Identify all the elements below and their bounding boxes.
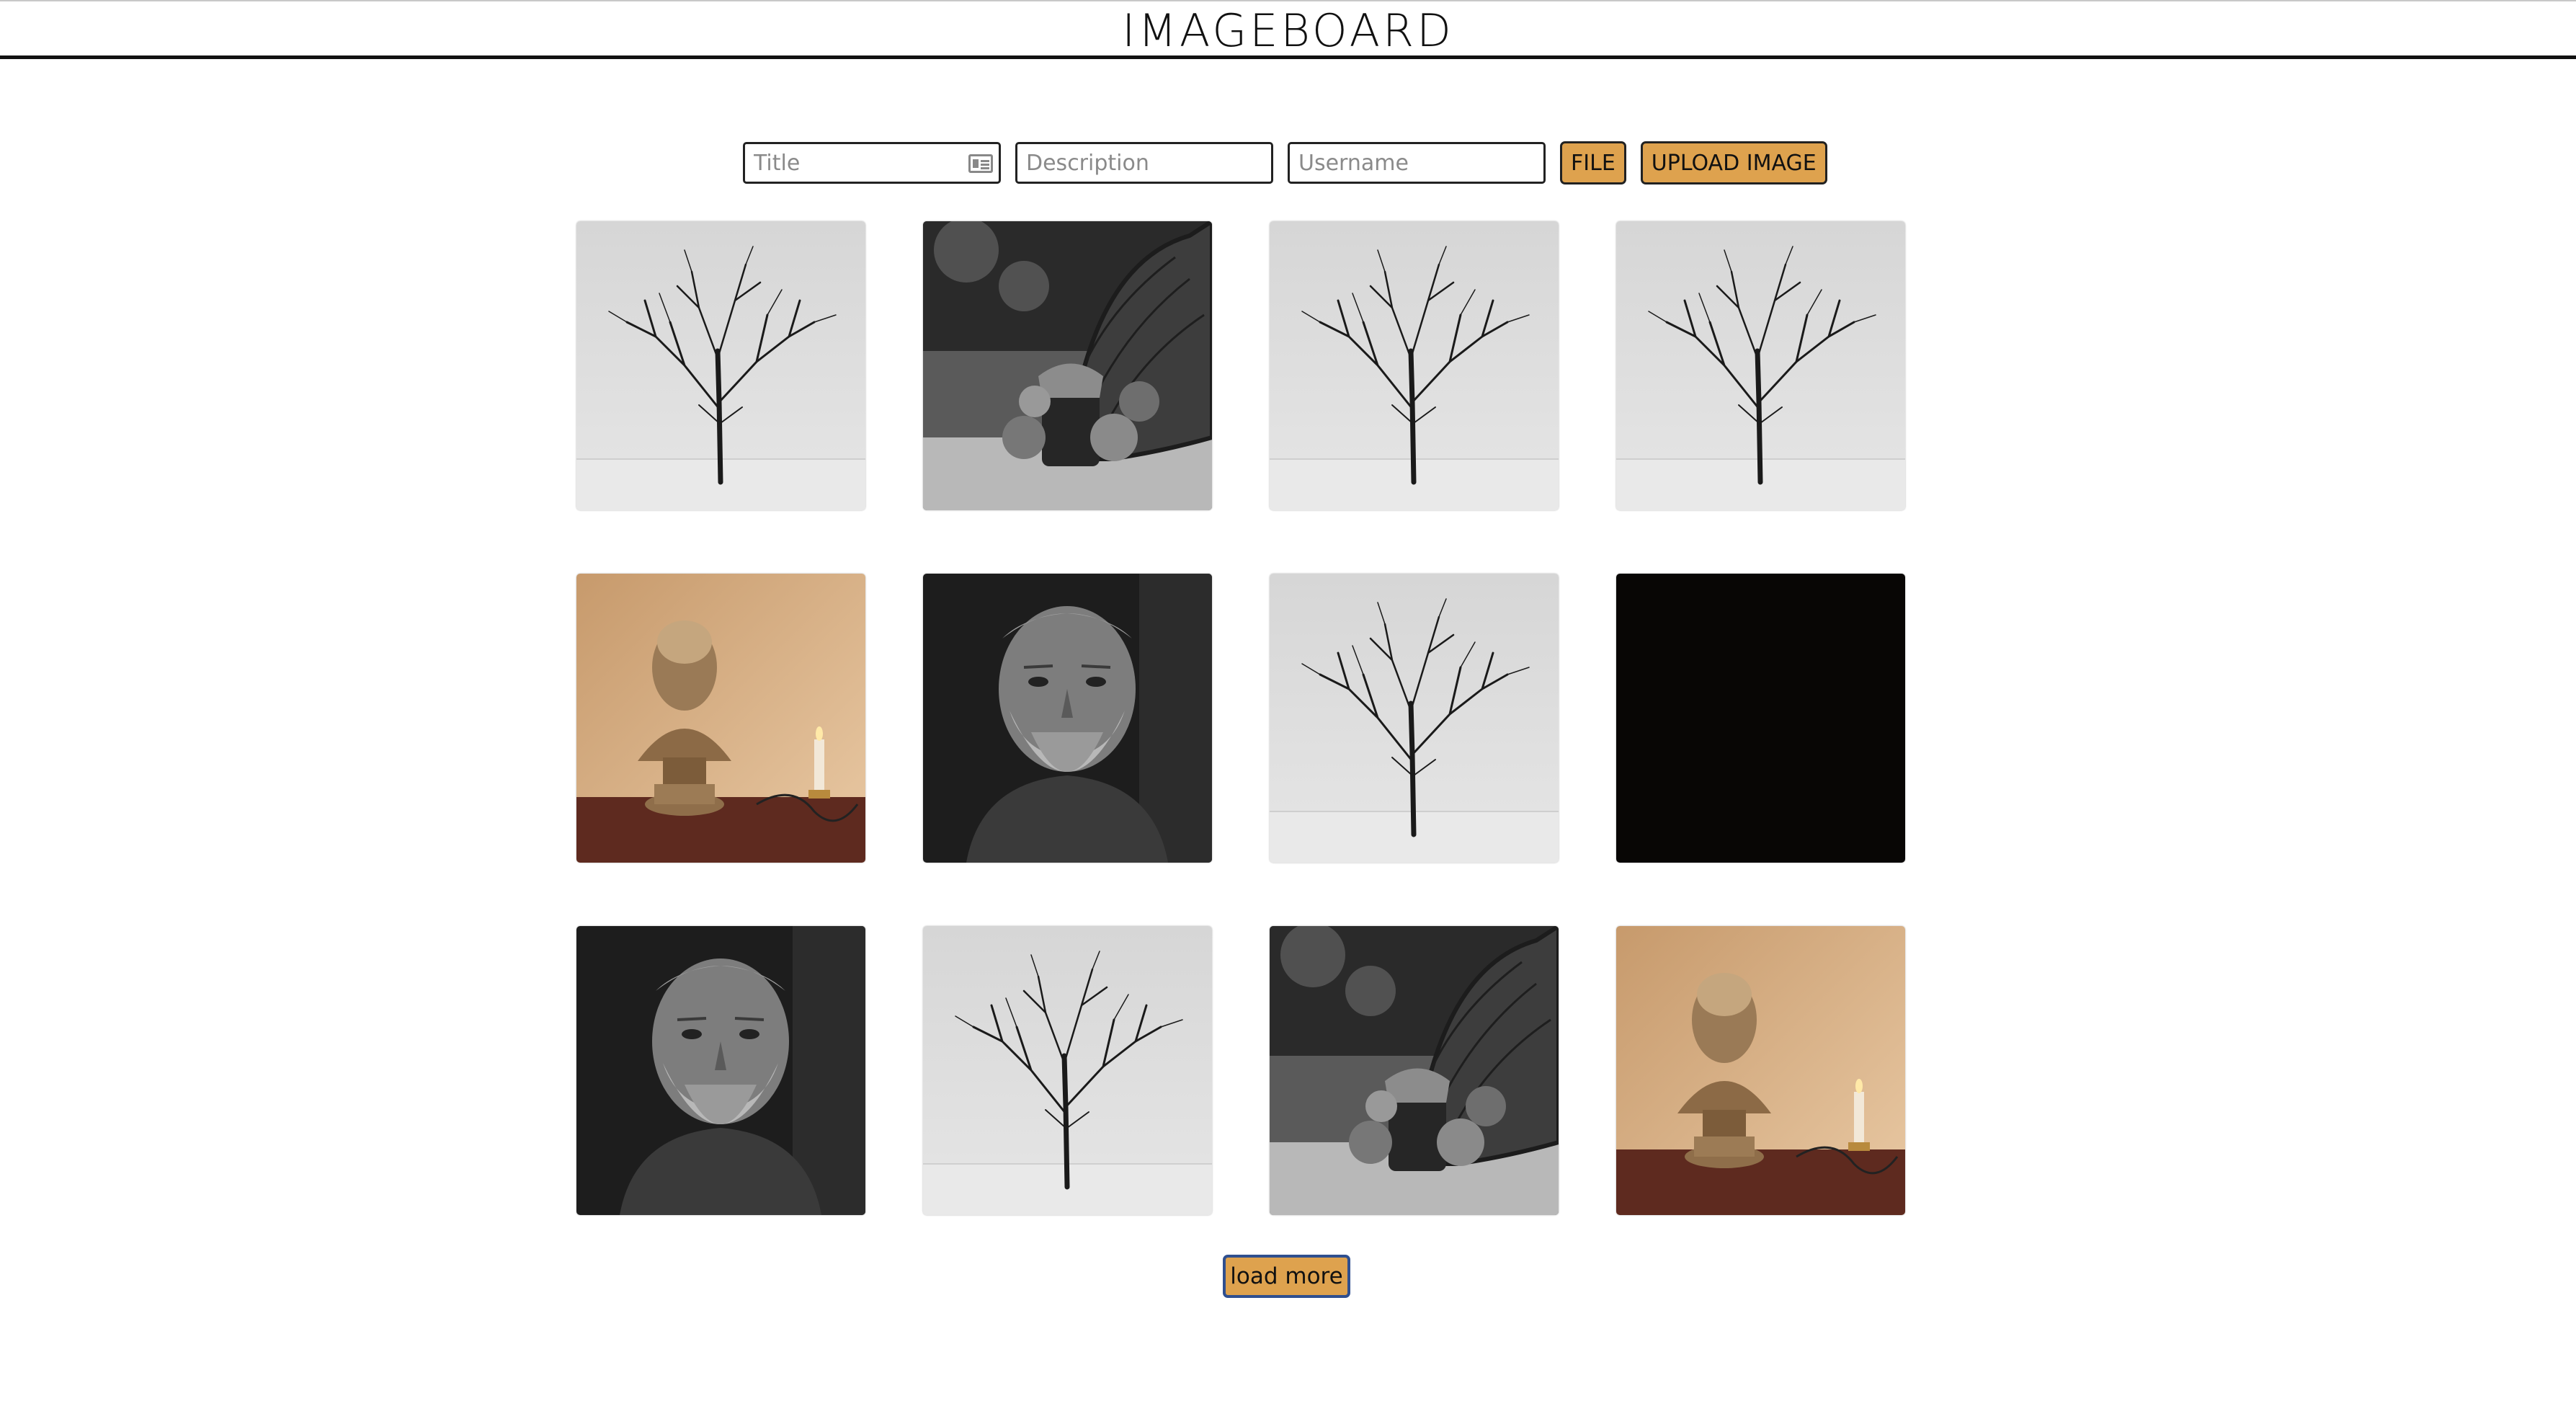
description-field[interactable] [1015, 142, 1273, 184]
image-thumbnail [576, 926, 865, 1215]
site-header: IMAGEBOARD [0, 0, 2576, 59]
image-thumbnail [1616, 574, 1905, 863]
image-thumbnail [576, 221, 865, 510]
image-grid [576, 221, 1905, 1215]
upload-image-button[interactable]: UPLOAD IMAGE [1640, 141, 1827, 184]
description-input[interactable] [1025, 149, 1236, 177]
image-thumbnail [1616, 221, 1905, 510]
gallery-image[interactable] [923, 221, 1212, 510]
contact-card-icon [968, 154, 993, 173]
load-more-button[interactable]: load more [1223, 1255, 1350, 1298]
image-thumbnail [1270, 574, 1559, 863]
site-title: IMAGEBOARD [1122, 4, 1454, 57]
image-thumbnail [1616, 926, 1905, 1215]
gallery-image[interactable] [576, 221, 865, 510]
username-input[interactable] [1297, 149, 1509, 177]
gallery-image[interactable] [576, 926, 865, 1215]
gallery-image[interactable] [1270, 926, 1559, 1215]
image-thumbnail [923, 221, 1212, 510]
gallery-image[interactable] [1616, 926, 1905, 1215]
username-field[interactable] [1288, 142, 1546, 184]
gallery-image[interactable] [576, 574, 865, 863]
file-button[interactable]: FILE [1560, 141, 1626, 184]
image-thumbnail [576, 574, 865, 863]
title-input[interactable] [752, 149, 964, 177]
image-thumbnail [1270, 221, 1559, 510]
upload-form: FILE UPLOAD IMAGE [743, 141, 1842, 185]
gallery-image[interactable] [1616, 574, 1905, 863]
image-thumbnail [1270, 926, 1559, 1215]
image-thumbnail [923, 926, 1212, 1215]
title-field[interactable] [743, 142, 1001, 184]
gallery-image[interactable] [1616, 221, 1905, 510]
gallery-image[interactable] [1270, 221, 1559, 510]
image-thumbnail [923, 574, 1212, 863]
gallery-image[interactable] [923, 926, 1212, 1215]
gallery-image[interactable] [923, 574, 1212, 863]
gallery-image[interactable] [1270, 574, 1559, 863]
